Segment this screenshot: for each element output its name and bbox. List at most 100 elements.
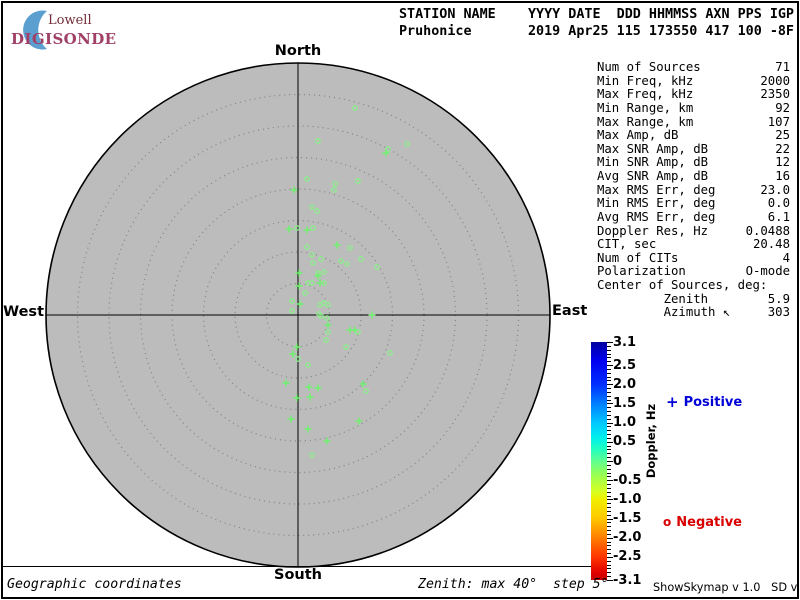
stat-value: 6.1: [767, 209, 790, 224]
colorbar-minor-tick: [607, 345, 611, 347]
stat-label: Min Range, km: [597, 100, 694, 115]
colorbar-tick-label: -2.5: [613, 549, 642, 565]
stat-value: 71: [775, 60, 790, 74]
colorbar-minor-tick: [607, 391, 611, 393]
stat-row: Num of Sources 71: [597, 60, 790, 75]
stat-row: CIT, sec 20.48: [597, 237, 790, 252]
colorbar-minor-tick: [607, 495, 611, 497]
stat-label: Max RMS Err, deg: [597, 182, 716, 197]
colorbar-minor-tick: [607, 437, 611, 439]
stat-value: 5.9: [767, 291, 790, 306]
colorbar-minor-tick: [607, 484, 611, 486]
plus-marker-icon: +: [666, 393, 679, 411]
stat-value: 12: [775, 155, 790, 170]
colorbar-tick-label: 1.0: [613, 415, 637, 431]
colorbar-minor-tick: [607, 399, 611, 401]
legend-negative: o Negative: [663, 515, 742, 530]
colorbar-minor-tick: [607, 376, 611, 378]
colorbar-minor-tick: [607, 507, 611, 509]
stat-label: Max Freq, kHz: [597, 87, 694, 102]
colorbar-minor-tick: [607, 445, 611, 447]
footer-zenith-scale-note: Zenith: max 40° step 5°: [418, 577, 609, 592]
colorbar-tick-label: -0.5: [613, 472, 642, 488]
stat-row: Center of Sources, deg:: [597, 278, 790, 293]
colorbar-tick-label: -1.5: [613, 511, 642, 527]
colorbar-minor-tick: [607, 426, 611, 428]
colorbar-minor-tick: [607, 449, 611, 451]
stat-label: Doppler Res, Hz: [597, 223, 709, 238]
legend-positive-label: Positive: [683, 395, 743, 410]
stat-row: Polarization O-mode: [597, 265, 790, 279]
stat-value: 303: [767, 305, 790, 320]
colorbar-tick-label: 3.1: [613, 334, 637, 350]
colorbar-minor-tick: [607, 553, 611, 555]
stat-row: Max Range, km 107: [597, 114, 790, 130]
colorbar-minor-tick: [607, 572, 611, 574]
colorbar-minor-tick: [607, 541, 611, 543]
colorbar-minor-tick: [607, 468, 611, 470]
compass-label-south: South: [274, 567, 322, 583]
colorbar-minor-tick: [607, 545, 611, 547]
stat-label: Center of Sources, deg:: [597, 278, 768, 292]
colorbar-minor-tick: [607, 453, 611, 455]
stats-panel: Num of Sources 71 Min Freq, kHz 2000 Max Fre…: [597, 60, 790, 320]
colorbar-minor-tick: [607, 476, 611, 478]
footer-version: ShowSkymap v 1.0 SD v 5.1: [653, 581, 798, 594]
stat-value: 25: [775, 128, 790, 143]
stat-row: Min Range, km 92: [597, 100, 790, 116]
colorbar-minor-tick: [607, 372, 611, 374]
compass-label-east: East: [552, 303, 588, 319]
colorbar-minor-tick: [607, 349, 611, 351]
stat-label: Avg SNR Amp, dB: [597, 169, 709, 183]
legend-negative-label: Negative: [676, 515, 742, 530]
compass-label-west: West: [3, 304, 44, 320]
logo-text-lowell: Lowell: [48, 13, 92, 28]
stat-label: Min RMS Err, deg: [597, 196, 716, 211]
stat-label: Max Amp, dB: [597, 128, 679, 143]
stat-row: Max RMS Err, deg 23.0: [597, 182, 790, 198]
colorbar-tick-label: -2.0: [613, 530, 642, 546]
colorbar-minor-tick: [607, 457, 611, 459]
colorbar-minor-tick: [607, 530, 611, 532]
stat-label: Max SNR Amp, dB: [597, 141, 709, 156]
stat-label: Max Range, km: [597, 114, 694, 129]
stat-row: Avg RMS Err, deg 6.1: [597, 209, 790, 225]
colorbar-axis-title: Doppler, Hz: [644, 403, 658, 479]
stat-value: O-mode: [745, 264, 790, 279]
doppler-colorbar: [591, 342, 607, 580]
showskymap-window: Lowell DIGISONDE STATION NAME YYYY DATE …: [0, 0, 800, 600]
stat-row: Min RMS Err, deg 0.0: [597, 197, 790, 211]
lowell-digisonde-logo: Lowell DIGISONDE: [10, 6, 160, 50]
colorbar-minor-tick: [607, 533, 611, 535]
colorbar-minor-tick: [607, 564, 611, 566]
colorbar-minor-tick: [607, 514, 611, 516]
colorbar-minor-tick: [607, 434, 611, 436]
colorbar-minor-tick: [607, 357, 611, 359]
stat-row: Max SNR Amp, dB 22: [597, 141, 790, 157]
stat-label: Polarization: [597, 264, 686, 279]
colorbar-tick-label: -1.0: [613, 491, 642, 507]
colorbar-minor-tick: [607, 522, 611, 524]
colorbar-minor-tick: [607, 395, 611, 397]
stat-label: Min Freq, kHz: [597, 73, 694, 88]
header-column-titles: STATION NAME YYYY DATE DDD HHMMSS AXN PP…: [398, 7, 794, 22]
colorbar-minor-tick: [607, 388, 611, 390]
stat-value: 16: [775, 169, 790, 183]
colorbar-minor-tick: [607, 549, 611, 551]
header-station-values: Pruhonice 2019 Apr25 115 173550 417 100 …: [398, 24, 794, 39]
colorbar-tick-label: 0.5: [613, 434, 637, 450]
colorbar-minor-tick: [607, 510, 611, 512]
stat-value: 2000: [760, 73, 790, 88]
stat-row: Min SNR Amp, dB 12: [597, 156, 790, 170]
stat-value: 20.48: [752, 237, 790, 252]
stat-value: 23.0: [760, 182, 790, 197]
colorbar-tick-label: 2.5: [613, 357, 637, 373]
colorbar-minor-tick: [607, 430, 611, 432]
stat-label: Num of CITs: [597, 250, 679, 265]
colorbar-minor-tick: [607, 464, 611, 466]
stat-value: 2350: [760, 87, 790, 102]
stat-row: Avg SNR Amp, dB 16: [597, 169, 790, 184]
colorbar-minor-tick: [607, 411, 611, 413]
stat-label: Azimuth ↖: [597, 305, 731, 320]
colorbar-minor-tick: [607, 414, 611, 416]
